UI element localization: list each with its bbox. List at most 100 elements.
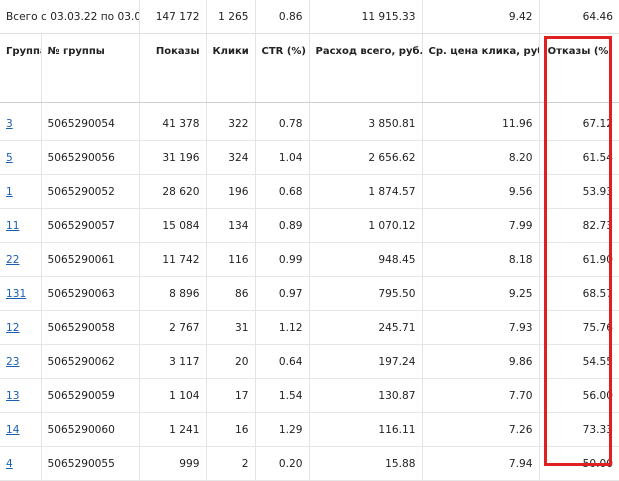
clicks-cell: 324 [206, 140, 256, 175]
group-cell: 23 [0, 344, 42, 379]
impressions-cell: 999 [139, 446, 207, 481]
avg-cpc-cell: 9.56 [422, 174, 540, 209]
impressions-cell: 11 742 [139, 242, 207, 277]
group-link[interactable]: 23 [6, 356, 19, 368]
group-link[interactable]: 4 [6, 458, 13, 470]
table-row: 22 5065290061 11 742 116 0.99 948.45 8.18 61.90 [0, 242, 619, 277]
bounce-cell: 75.76 [539, 310, 619, 345]
col-header-group[interactable]: Группа [0, 33, 42, 103]
table-row: 23 5065290062 3 117 20 0.64 197.24 9.86 54.55 [0, 344, 619, 379]
clicks-cell: 31 [206, 310, 256, 345]
bounce-cell: 68.57 [539, 276, 619, 311]
group-number: 5065290061 [41, 242, 140, 277]
bounce-cell: 54.55 [539, 344, 619, 379]
group-link[interactable]: 1 [6, 186, 13, 198]
stats-table: Всего с 03.03.22 по 03.03.23 147 172 1 2… [0, 0, 619, 481]
ctr-cell: 0.97 [255, 276, 310, 311]
group-number: 5065290063 [41, 276, 140, 311]
clicks-cell: 134 [206, 208, 256, 243]
impressions-cell: 8 896 [139, 276, 207, 311]
col-header-spend-label: Расход всего, руб. [315, 46, 422, 57]
group-link[interactable]: 12 [6, 322, 19, 334]
table-row: 4 5065290055 999 2 0.20 15.88 7.94 50.00 [0, 446, 619, 481]
group-link[interactable]: 131 [6, 288, 26, 300]
ctr-cell: 0.64 [255, 344, 310, 379]
group-link[interactable]: 22 [6, 254, 19, 266]
avg-cpc-cell: 9.25 [422, 276, 540, 311]
group-link[interactable]: 11 [6, 220, 19, 232]
spend-cell: 1 070.12 [309, 208, 423, 243]
impressions-cell: 3 117 [139, 344, 207, 379]
table-row: 1 5065290052 28 620 196 0.68 1 874.57 9.56 53.9… [0, 174, 619, 209]
clicks-cell: 20 [206, 344, 256, 379]
clicks-cell: 2 [206, 446, 256, 481]
group-cell: 5 [0, 140, 42, 175]
total-bounce: 64.46 [539, 0, 619, 34]
ctr-cell: 0.20 [255, 446, 310, 481]
clicks-cell: 17 [206, 378, 256, 413]
bounce-cell: 61.54 [539, 140, 619, 175]
group-cell: 1 [0, 174, 42, 209]
group-number: 5065290062 [41, 344, 140, 379]
total-avg-cpc: 9.42 [422, 0, 540, 34]
spend-cell: 245.71 [309, 310, 423, 345]
bounce-cell: 56.00 [539, 378, 619, 413]
group-cell: 4 [0, 446, 42, 481]
group-link[interactable]: 3 [6, 118, 13, 130]
group-cell: 13 [0, 378, 42, 413]
avg-cpc-cell: 7.26 [422, 412, 540, 447]
impressions-cell: 1 241 [139, 412, 207, 447]
spend-cell: 3 850.81 [309, 107, 423, 141]
group-cell: 3 [0, 107, 42, 141]
impressions-cell: 15 084 [139, 208, 207, 243]
bounce-cell: 82.73 [539, 208, 619, 243]
group-cell: 14 [0, 412, 42, 447]
col-header-spend[interactable]: Расход всего, руб.▼ [309, 33, 423, 103]
ctr-cell: 0.78 [255, 107, 310, 141]
total-impressions: 147 172 [139, 0, 207, 34]
spend-cell: 948.45 [309, 242, 423, 277]
col-header-bounce[interactable]: Отказы (%) [539, 33, 619, 103]
ctr-cell: 1.54 [255, 378, 310, 413]
spend-cell: 1 874.57 [309, 174, 423, 209]
group-number: 5065290060 [41, 412, 140, 447]
avg-cpc-cell: 7.93 [422, 310, 540, 345]
group-link[interactable]: 5 [6, 152, 13, 164]
group-link[interactable]: 13 [6, 390, 19, 402]
spend-cell: 116.11 [309, 412, 423, 447]
col-header-avg-cpc[interactable]: Ср. цена клика, руб. [422, 33, 540, 103]
avg-cpc-cell: 8.20 [422, 140, 540, 175]
ctr-cell: 1.29 [255, 412, 310, 447]
group-number: 5065290052 [41, 174, 140, 209]
group-number: 5065290055 [41, 446, 140, 481]
col-header-impressions[interactable]: Показы [139, 33, 207, 103]
avg-cpc-cell: 7.99 [422, 208, 540, 243]
total-clicks: 1 265 [206, 0, 256, 34]
avg-cpc-cell: 7.94 [422, 446, 540, 481]
table-row: 3 5065290054 41 378 322 0.78 3 850.81 11.96 67.… [0, 107, 619, 141]
clicks-cell: 16 [206, 412, 256, 447]
group-number: 5065290059 [41, 378, 140, 413]
table-row: 13 5065290059 1 104 17 1.54 130.87 7.70 56.00 [0, 378, 619, 413]
col-header-ctr[interactable]: CTR (%) [255, 33, 310, 103]
clicks-cell: 322 [206, 107, 256, 141]
clicks-cell: 196 [206, 174, 256, 209]
ctr-cell: 1.12 [255, 310, 310, 345]
spend-cell: 197.24 [309, 344, 423, 379]
avg-cpc-cell: 7.70 [422, 378, 540, 413]
col-header-group-no[interactable]: № группы [41, 33, 140, 103]
col-header-clicks[interactable]: Клики [206, 33, 256, 103]
header-row: Группа № группы Показы Клики CTR (%) Рас… [0, 33, 619, 103]
group-link[interactable]: 14 [6, 424, 19, 436]
ctr-cell: 1.04 [255, 140, 310, 175]
spend-cell: 795.50 [309, 276, 423, 311]
avg-cpc-cell: 9.86 [422, 344, 540, 379]
total-spend: 11 915.33 [309, 0, 423, 34]
bounce-cell: 73.33 [539, 412, 619, 447]
total-row: Всего с 03.03.22 по 03.03.23 147 172 1 2… [0, 0, 619, 34]
group-number: 5065290056 [41, 140, 140, 175]
table-row: 11 5065290057 15 084 134 0.89 1 070.12 7.99 82.… [0, 208, 619, 243]
avg-cpc-cell: 8.18 [422, 242, 540, 277]
ctr-cell: 0.89 [255, 208, 310, 243]
table-row: 14 5065290060 1 241 16 1.29 116.11 7.26 73.33 [0, 412, 619, 447]
